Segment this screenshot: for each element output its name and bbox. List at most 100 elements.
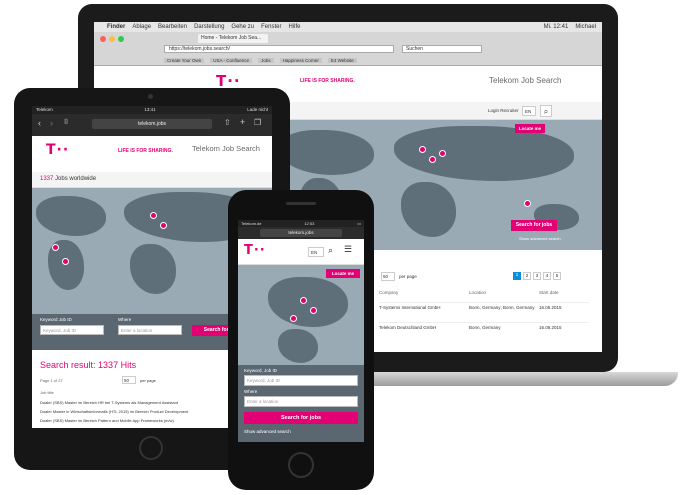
bookmark-item[interactable]: Create Your Own [164,57,205,63]
map-pin[interactable] [439,150,446,157]
locate-me-button[interactable]: Locate me [326,269,360,278]
browser-tab[interactable]: Home - Telekom Job Sea... [198,34,268,43]
status-time: 13:41 [144,107,156,112]
locate-me-button[interactable]: Locate me [515,124,545,133]
new-tab-icon[interactable]: + [240,117,245,127]
browser-chrome: Home - Telekom Job Sea... https://teleko… [94,32,602,66]
column-header[interactable]: Company [379,290,469,295]
menu-darstellung[interactable]: Darstellung [194,24,224,30]
bookmark-item[interactable]: Jobs [258,57,274,63]
search-result-heading: Search result: 1337 Hits [40,360,136,370]
map-pin[interactable] [419,146,426,153]
page-button[interactable]: 1 [513,272,521,280]
url-bar[interactable]: https://telekom.jobs.search/ [164,45,394,53]
menu-gehe-zu[interactable]: Gehe zu [231,24,254,30]
phone-page-header: T·· EN ⌕ ☰ [238,239,364,265]
zoom-window-button[interactable] [118,36,124,42]
where-input[interactable]: Enter a location [118,325,182,335]
page-button[interactable]: 4 [543,272,551,280]
map-pin[interactable] [300,297,307,304]
tablet-browser-bar: ‹ › ⌷ telekom.jobs ⇧ + ❐ [32,114,272,136]
search-for-jobs-button[interactable]: Search for jobs [244,412,358,424]
user-name[interactable]: Michael [575,24,602,30]
cell-date: 16.06.2015 [539,305,562,310]
forward-icon[interactable]: › [50,118,53,128]
results-table-header: Company Location Start date [379,290,589,295]
map-pin[interactable] [429,156,436,163]
tablet-statusbar: Telekom 13:41 Lade nicht [32,106,272,114]
column-header[interactable]: Start date [539,290,589,295]
back-icon[interactable]: ‹ [38,118,41,128]
map-pin[interactable] [62,258,69,265]
bookmark-item[interactable]: E4 Website [327,57,357,63]
page-button[interactable]: 3 [533,272,541,280]
language-select[interactable]: EN [308,247,324,257]
phone-world-map[interactable]: Locate me [238,265,364,365]
jobs-label: Jobs worldwide [55,176,97,182]
bookmarks-bar: Create Your Own USA - Confluence Jobs Ha… [164,56,584,64]
advanced-search-link[interactable]: Show advanced search [519,236,561,241]
bookmarks-icon[interactable]: ⌷ [64,119,68,127]
bookmark-item[interactable]: Happiness Corner [279,57,322,63]
browser-search-field[interactable]: Suchen [402,45,482,53]
close-window-button[interactable] [100,36,106,42]
phone-home-button[interactable] [288,452,314,478]
language-select[interactable]: EN [522,106,536,116]
menu-hilfe[interactable]: Hilfe [288,24,300,30]
status-right: Lade nicht [247,107,268,112]
search-for-jobs-label: Search for jobs [280,415,322,421]
locate-me-label: Locate me [331,271,355,276]
search-icon[interactable]: ⌕ [328,245,333,256]
tablet-home-button[interactable] [139,436,163,460]
per-page-select[interactable]: 50 [122,376,136,384]
keyword-input[interactable]: Keyword, Job ID [40,325,104,335]
minimize-window-button[interactable] [109,36,115,42]
per-page-select[interactable]: 50 [381,272,395,281]
table-row[interactable]: T-Systems International GmbH Bonn, Germa… [379,302,589,310]
where-input[interactable]: Enter a location [244,396,358,407]
job-title-header[interactable]: Job title [40,390,54,395]
telekom-logo[interactable]: T·· [46,142,69,158]
map-pin[interactable] [160,222,167,229]
map-pin[interactable] [52,244,59,251]
map-pin[interactable] [150,212,157,219]
login-recruiter-link[interactable]: Login Recruiter [488,108,519,113]
tablet-camera [148,94,153,99]
map-pin[interactable] [310,307,317,314]
tablet-page-header: T·· LIFE IS FOR SHARING. Telekom Job Sea… [32,136,272,172]
tabs-icon[interactable]: ❐ [254,118,261,127]
phone-search-panel: Keyword, Job ID Keyword, Job ID Where En… [238,365,364,442]
menu-fenster[interactable]: Fenster [261,24,281,30]
telekom-logo[interactable]: T·· [244,243,266,258]
clock[interactable]: Mi. 12:41 [544,24,569,30]
keyword-input[interactable]: Keyword, Job ID [244,375,358,386]
carrier: Telekom [36,107,53,112]
jobs-count-bar: 1337 Jobs worldwide [32,172,272,188]
page-button[interactable]: 5 [553,272,561,280]
column-header[interactable]: Location [469,290,539,295]
table-row[interactable]: Telekom Deutschland GmbH Bonn, Germany 1… [379,322,589,330]
menu-ablage[interactable]: Ablage [132,24,151,30]
cell-company: T-Systems International GmbH [379,305,441,310]
map-pin[interactable] [524,200,531,207]
map-landmass [130,244,176,294]
menu-finder[interactable]: Finder [107,24,125,30]
share-icon[interactable]: ⇧ [224,118,231,127]
phone-url-bar[interactable]: telekom.jobs [260,229,342,237]
bookmark-item[interactable]: USA - Confluence [210,57,253,63]
search-icon[interactable]: ⌕ [540,105,552,117]
menu-icon[interactable]: ☰ [344,244,352,255]
browser-search-placeholder: Suchen [406,46,423,52]
keyword-label: Keyword Job ID [40,317,72,322]
cell-company: Telekom Deutschland GmbH [379,325,437,330]
map-landmass [278,329,318,363]
search-for-jobs-button[interactable]: Search for jobs [511,220,557,231]
tablet-url-bar[interactable]: telekom.jobs [92,119,212,129]
page-button[interactable]: 2 [523,272,531,280]
page-title: Telekom Job Search [489,76,562,85]
menu-bearbeiten[interactable]: Bearbeiten [158,24,187,30]
advanced-search-link[interactable]: Show advanced search [244,429,291,434]
page-title: Telekom Job Search [192,144,260,153]
phone-url-row: telekom.jobs [238,227,364,239]
map-pin[interactable] [290,315,297,322]
